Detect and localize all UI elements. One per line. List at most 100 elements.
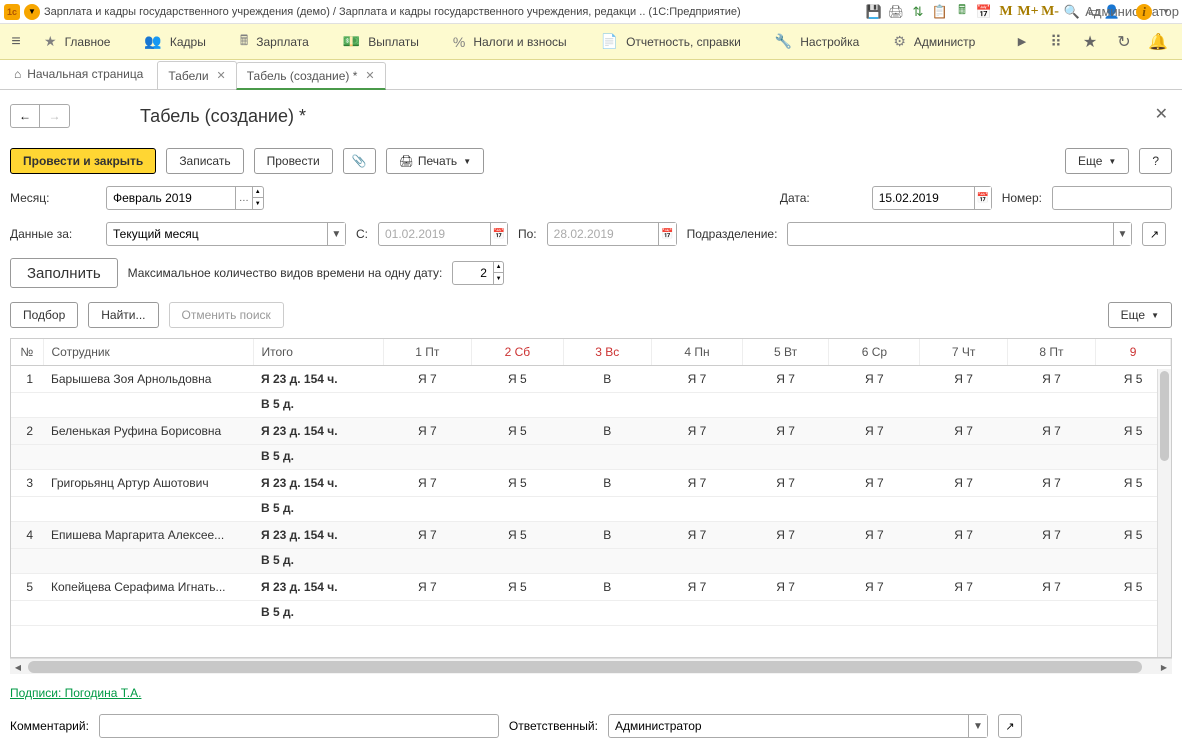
favorite-icon[interactable]: ★ [1080, 32, 1100, 52]
col-employee[interactable]: Сотрудник [43, 339, 253, 366]
tab-timesheet-new[interactable]: Табель (создание) *✕ [236, 62, 386, 90]
cell-day[interactable]: Я 7 [651, 470, 742, 497]
dropdown-icon[interactable]: ▼ [24, 4, 40, 20]
month-field[interactable]: … ▲▼ [106, 186, 264, 210]
col-d5[interactable]: 5 Вт [742, 339, 828, 366]
cell-day[interactable]: Я 7 [829, 574, 920, 601]
arrow-right-icon[interactable]: ▶ [1012, 35, 1032, 48]
info-icon[interactable]: i [1136, 4, 1152, 20]
col-d7[interactable]: 7 Чт [920, 339, 1007, 366]
calendar-icon[interactable]: 📅 [658, 223, 675, 245]
table-row-sub[interactable]: В 5 д. [11, 393, 1171, 418]
comment-input[interactable] [100, 715, 498, 737]
table-row-sub[interactable]: В 5 д. [11, 549, 1171, 574]
cell-day[interactable]: Я 7 [920, 522, 1007, 549]
menu-taxes[interactable]: %Налоги и взносы [437, 24, 583, 59]
menu-admin[interactable]: ⚙Администр [877, 24, 991, 59]
calendar-icon[interactable]: 📅 [976, 4, 992, 20]
data-for-field[interactable]: ▼ [106, 222, 346, 246]
mem-mplus-icon[interactable]: M+ [1020, 4, 1036, 20]
col-d1[interactable]: 1 Пт [383, 339, 472, 366]
mem-m-icon[interactable]: M [998, 4, 1014, 20]
table-row[interactable]: 2Беленькая Руфина БорисовнаЯ 23 д. 154 ч… [11, 418, 1171, 445]
find-button[interactable]: Найти... [88, 302, 158, 328]
cell-day[interactable]: Я 7 [742, 366, 828, 393]
cell-day[interactable]: В [563, 366, 651, 393]
month-input[interactable] [107, 187, 235, 209]
cell-day[interactable]: Я 7 [651, 366, 742, 393]
table-row-sub[interactable]: В 5 д. [11, 601, 1171, 626]
post-button[interactable]: Провести [254, 148, 333, 174]
user-label[interactable]: 👤 Администратор [1114, 4, 1130, 20]
max-types-field[interactable]: ▲▼ [452, 261, 504, 285]
comment-field[interactable] [99, 714, 499, 738]
chevron-down-icon[interactable]: ▼ [968, 715, 987, 737]
cell-day[interactable]: В [563, 574, 651, 601]
open-responsible-button[interactable]: ↗ [998, 714, 1022, 738]
cell-day[interactable]: Я 7 [383, 418, 472, 445]
cell-day[interactable]: Я 7 [920, 418, 1007, 445]
bell-icon[interactable]: 🔔 [1148, 32, 1168, 52]
close-icon[interactable]: ✕ [217, 69, 226, 82]
max-types-input[interactable] [453, 262, 493, 284]
col-d4[interactable]: 4 Пн [651, 339, 742, 366]
open-dept-button[interactable]: ↗ [1142, 222, 1166, 246]
compare-icon[interactable]: ⇅ [910, 4, 926, 20]
cell-day[interactable]: Я 7 [920, 470, 1007, 497]
cell-day[interactable]: Я 7 [920, 574, 1007, 601]
dept-input[interactable] [788, 223, 1112, 245]
menu-main[interactable]: ★Главное [28, 24, 126, 59]
apps-grid-icon[interactable]: ⠿ [1046, 32, 1066, 52]
cell-day[interactable]: Я 7 [920, 366, 1007, 393]
titlebar-dropdown-icon[interactable]: ▼ [1158, 4, 1174, 20]
table-row[interactable]: 5Копейцева Серафима Игнать...Я 23 д. 154… [11, 574, 1171, 601]
number-input[interactable] [1053, 187, 1171, 209]
history-icon[interactable]: ↻ [1114, 32, 1134, 52]
table-row[interactable]: 1Барышева Зоя АрнольдовнаЯ 23 д. 154 ч.Я… [11, 366, 1171, 393]
calendar-icon[interactable]: 📅 [490, 223, 507, 245]
col-d6[interactable]: 6 Ср [829, 339, 920, 366]
tab-timesheets[interactable]: Табели✕ [157, 61, 236, 89]
save-icon[interactable]: 💾 [866, 4, 882, 20]
burger-icon[interactable]: ≡ [6, 33, 26, 51]
cell-day[interactable]: Я 7 [742, 418, 828, 445]
responsible-field[interactable]: ▼ [608, 714, 988, 738]
page-close-icon[interactable]: ✕ [1155, 104, 1168, 124]
col-d3[interactable]: 3 Вс [563, 339, 651, 366]
date-input[interactable] [873, 187, 974, 209]
cell-day[interactable]: Я 5 [472, 418, 564, 445]
close-icon[interactable]: ✕ [365, 69, 374, 82]
calendar-icon[interactable]: 📅 [974, 187, 991, 209]
cell-day[interactable]: Я 5 [472, 574, 564, 601]
attach-button[interactable]: 📎 [343, 148, 376, 174]
to-input[interactable] [548, 223, 659, 245]
col-num[interactable]: № [11, 339, 43, 366]
month-picker-icon[interactable]: … [235, 187, 251, 209]
cell-day[interactable]: Я 5 [472, 470, 564, 497]
horizontal-scrollbar[interactable]: ◀▶ [10, 658, 1172, 674]
fill-button[interactable]: Заполнить [10, 258, 118, 288]
cell-day[interactable]: Я 7 [829, 522, 920, 549]
number-field[interactable] [1052, 186, 1172, 210]
menu-payments[interactable]: 💵Выплаты [327, 24, 435, 59]
cell-day[interactable]: Я 7 [383, 522, 472, 549]
menu-reports[interactable]: 📄Отчетность, справки [585, 24, 757, 59]
cell-day[interactable]: Я 7 [383, 470, 472, 497]
table-row-sub[interactable]: В 5 д. [11, 445, 1171, 470]
menu-salary[interactable]: 🖩Зарплата [224, 24, 325, 59]
from-input[interactable] [379, 223, 490, 245]
zoom-icon[interactable]: 🔍 [1064, 4, 1080, 20]
col-d2[interactable]: 2 Сб [472, 339, 564, 366]
mem-mminus-icon[interactable]: M- [1042, 4, 1058, 20]
cell-day[interactable]: Я 7 [829, 418, 920, 445]
post-and-close-button[interactable]: Провести и закрыть [10, 148, 156, 174]
calc-icon[interactable]: 🖩 [954, 4, 970, 20]
chevron-down-icon[interactable]: ▼ [1113, 223, 1132, 245]
signatures-link[interactable]: Подписи: Погодина Т.А. [10, 686, 1172, 700]
cell-day[interactable]: Я 7 [651, 418, 742, 445]
cell-day[interactable]: Я 7 [742, 470, 828, 497]
help-button[interactable]: ? [1139, 148, 1172, 174]
cell-day[interactable]: Я 7 [1007, 574, 1096, 601]
table-row[interactable]: 4Епишева Маргарита Алексее...Я 23 д. 154… [11, 522, 1171, 549]
col-total[interactable]: Итого [253, 339, 383, 366]
